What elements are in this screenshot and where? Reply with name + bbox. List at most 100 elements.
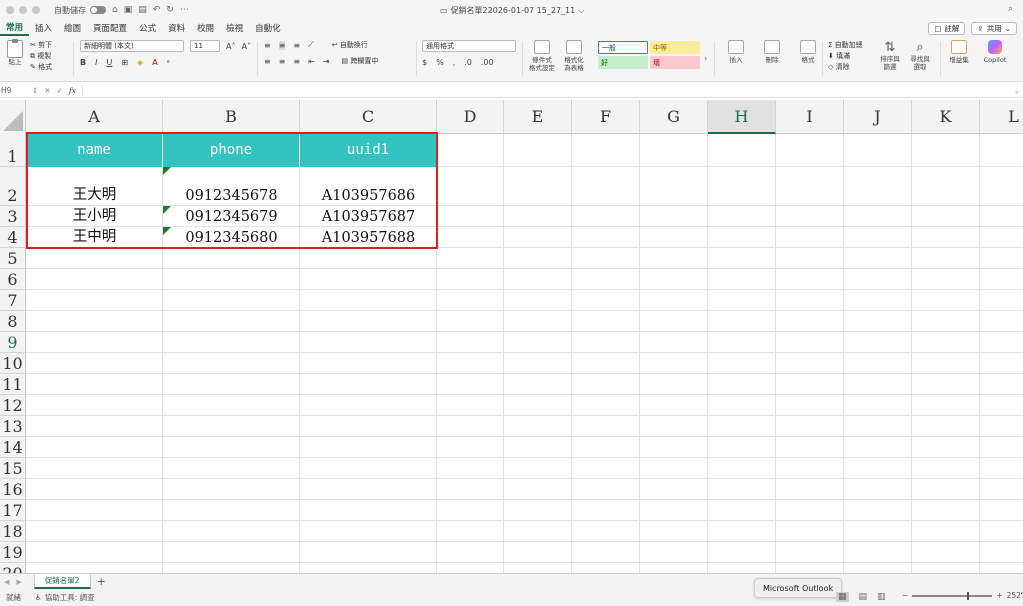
sort-filter-button[interactable]: ⇅ 排序與 篩選 [878, 40, 902, 71]
table-cell[interactable]: A103957687 [300, 206, 437, 227]
worksheet-grid[interactable]: A B C D E F G H I J K L 1 2 3 4 5 6 7 8 9 10 11 12 13 14 15 16 17 18 1… [0, 100, 1023, 573]
row-header-14[interactable]: 14 [0, 437, 26, 458]
fill-button[interactable]: ⬇ 填滿 [828, 51, 850, 62]
row-header-5[interactable]: 5 [0, 248, 26, 269]
format-as-table-button[interactable]: 格式化 為表格 [560, 40, 588, 72]
zoom-slider[interactable] [912, 591, 993, 600]
row-header-16[interactable]: 16 [0, 479, 26, 500]
table-header-cell[interactable]: uuid1 [300, 133, 437, 167]
insert-cells-button[interactable]: 插入 [722, 40, 750, 64]
enter-icon[interactable]: ✓ [57, 86, 63, 95]
column-header-h[interactable]: H [708, 100, 776, 134]
grow-font-icon[interactable]: A˄ [226, 42, 235, 51]
number-as-text-indicator[interactable] [163, 167, 171, 175]
align-bottom-icon[interactable]: ≡ [293, 41, 300, 50]
table-cell[interactable]: 0912345679 [163, 206, 300, 227]
table-cell[interactable]: A103957686 [300, 167, 437, 206]
borders-icon[interactable]: ⊞ [121, 58, 128, 67]
row-header-12[interactable]: 12 [0, 395, 26, 416]
addins-button[interactable]: 增益集 [946, 40, 972, 64]
bold-icon[interactable]: B [80, 58, 86, 67]
column-header-b[interactable]: B [163, 100, 300, 134]
row-header-2[interactable]: 2 [0, 167, 26, 206]
column-header-g[interactable]: G [640, 100, 708, 134]
row-header-1[interactable]: 1 [0, 133, 26, 167]
align-middle-icon[interactable]: ≡ [278, 40, 286, 50]
outdent-icon[interactable]: ⇥ [323, 57, 330, 66]
table-cell[interactable]: 王小明 [26, 206, 163, 227]
delete-cells-button[interactable]: 刪除 [758, 40, 786, 64]
column-header-c[interactable]: C [300, 100, 437, 134]
column-header-k[interactable]: K [912, 100, 980, 134]
wrap-text-button[interactable]: ↩ 自動換行 [332, 40, 368, 50]
row-header-11[interactable]: 11 [0, 374, 26, 395]
row-header-15[interactable]: 15 [0, 458, 26, 479]
column-header-d[interactable]: D [437, 100, 504, 134]
number-as-text-indicator[interactable] [163, 206, 171, 214]
style-bad[interactable]: 壞 [650, 56, 700, 69]
font-color-icon[interactable]: A [152, 58, 157, 67]
row-header-6[interactable]: 6 [0, 269, 26, 290]
style-normal[interactable]: 一般 [598, 41, 648, 54]
increase-decimal-icon[interactable]: .0 [464, 58, 472, 67]
align-top-icon[interactable]: ≡ [264, 41, 271, 50]
tab-insert[interactable]: 插入 [29, 20, 58, 36]
copy-button[interactable]: ⧉ 複製 [30, 51, 52, 62]
cut-button[interactable]: ✂ 剪下 [30, 40, 52, 51]
number-format-select[interactable]: 通用格式 [422, 40, 516, 52]
tab-draw[interactable]: 繪圖 [58, 20, 87, 36]
zoom-level[interactable]: 252% [1007, 591, 1023, 600]
row-header-17[interactable]: 17 [0, 500, 26, 521]
page-break-view-icon[interactable]: ▥ [877, 592, 886, 602]
close-window-icon[interactable] [6, 6, 14, 14]
indent-icon[interactable]: ⇤ [308, 57, 315, 66]
normal-view-icon[interactable]: ▦ [836, 592, 849, 602]
autosave[interactable]: 自動儲存 [54, 5, 106, 16]
tab-formulas[interactable]: 公式 [133, 20, 162, 36]
document-title[interactable]: ▭ 促銷名單22026-01-07 15_27_11 ⌵ [440, 5, 584, 16]
autosave-toggle[interactable] [90, 6, 106, 14]
name-box[interactable]: H9 [0, 86, 32, 95]
merge-center-button[interactable]: ▤ 跨欄置中 [342, 56, 379, 66]
undo-icon[interactable]: ↶ [153, 5, 161, 15]
more-icon[interactable]: ⋯ [180, 5, 189, 15]
add-sheet-button[interactable]: + [97, 575, 106, 588]
table-header-cell[interactable]: phone [163, 133, 300, 167]
italic-icon[interactable]: I [95, 58, 97, 67]
search-icon[interactable]: ⌕ [1008, 4, 1013, 14]
format-cells-button[interactable]: 格式 [794, 40, 822, 64]
column-header-e[interactable]: E [504, 100, 572, 134]
row-header-20[interactable]: 20 [0, 563, 26, 573]
row-header-13[interactable]: 13 [0, 416, 26, 437]
row-header-8[interactable]: 8 [0, 311, 26, 332]
decrease-decimal-icon[interactable]: .00 [481, 58, 494, 67]
row-header-19[interactable]: 19 [0, 542, 26, 563]
column-header-l[interactable]: L [980, 100, 1023, 134]
cancel-icon[interactable]: ✕ [44, 86, 50, 95]
table-header-cell[interactable]: name [26, 133, 163, 167]
next-sheet-icon[interactable]: ▶ [16, 578, 21, 586]
minimize-window-icon[interactable] [19, 6, 27, 14]
style-good[interactable]: 好 [598, 56, 648, 69]
table-cell[interactable]: 王中明 [26, 227, 163, 248]
expand-formula-icon[interactable]: ⌄ [1011, 86, 1023, 95]
tab-page-layout[interactable]: 頁面配置 [87, 20, 133, 36]
align-center-icon[interactable]: ≡ [279, 57, 286, 66]
window-controls[interactable] [6, 6, 40, 14]
redo-icon[interactable]: ↻ [166, 5, 174, 15]
font-name-select[interactable]: 新細明體 (本文) [80, 40, 184, 52]
find-select-button[interactable]: ⌕ 尋找與 選取 [908, 40, 932, 71]
zoom-out-icon[interactable]: − [902, 591, 908, 600]
row-header-18[interactable]: 18 [0, 521, 26, 542]
zoom-in-icon[interactable]: + [996, 591, 1002, 600]
format-painter-button[interactable]: ✎ 格式 [30, 62, 52, 73]
column-header-a[interactable]: A [26, 100, 163, 134]
clear-button[interactable]: ◇ 清除 [828, 62, 850, 73]
conditional-format-button[interactable]: 條件式 格式設定 [528, 40, 556, 72]
home-icon[interactable]: ⌂ [112, 5, 118, 15]
style-neutral[interactable]: 中等 [650, 41, 700, 54]
tab-data[interactable]: 資料 [162, 20, 191, 36]
select-all-corner[interactable] [0, 100, 26, 134]
paste-button[interactable]: 貼上 [4, 39, 26, 66]
prev-sheet-icon[interactable]: ◀ [4, 578, 9, 586]
